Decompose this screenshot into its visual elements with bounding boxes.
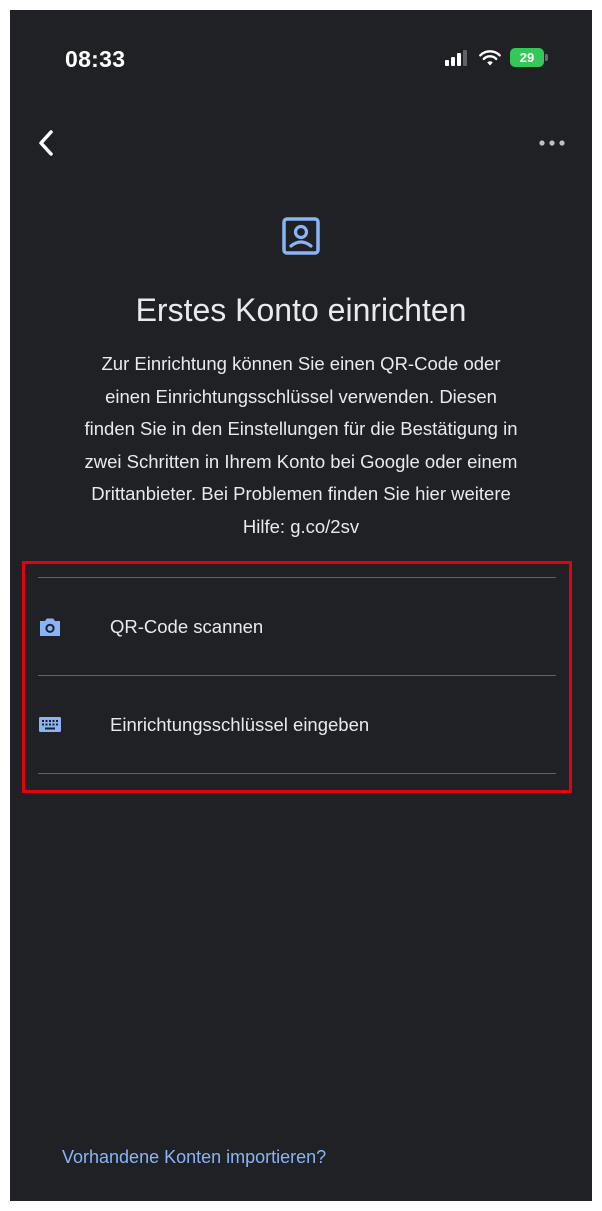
account-box-icon xyxy=(282,217,320,255)
description-line: einen Einrichtungsschlüssel verwenden. D… xyxy=(105,385,497,407)
description-line: Drittanbieter. Bei Problemen finden Sie … xyxy=(91,483,511,504)
divider xyxy=(38,577,556,578)
description-line: Hilfe: g.co/2sv xyxy=(242,515,360,537)
enter-setup-key-label: Einrichtungsschlüssel eingeben xyxy=(110,714,370,735)
more-horizontal-icon xyxy=(539,140,565,146)
keyboard-icon xyxy=(39,717,61,732)
page-title: Erstes Konto einrichten xyxy=(135,292,467,328)
app-screen: 08:33 29 Erstes Konto einrichten Zur Ein… xyxy=(10,10,592,1201)
cellular-signal-icon xyxy=(445,49,467,66)
enter-setup-key-option[interactable]: Einrichtungsschlüssel eingeben xyxy=(25,677,569,773)
description-text: Zur Einrichtung können Sie einen QR-Code… xyxy=(20,348,582,543)
description-line: Zur Einrichtung können Sie einen QR-Code… xyxy=(101,353,501,374)
scan-qr-code-label: QR-Code scannen xyxy=(110,616,264,637)
divider xyxy=(38,675,556,676)
description-line: finden Sie in den Einstellungen für die … xyxy=(84,418,518,439)
divider xyxy=(38,773,556,774)
import-accounts-link[interactable]: Vorhandene Konten importieren? xyxy=(62,1147,326,1168)
camera-icon xyxy=(40,618,60,636)
scan-qr-code-option[interactable]: QR-Code scannen xyxy=(25,579,569,675)
description-line: zwei Schritten in Ihrem Konto bei Google… xyxy=(84,450,518,472)
setup-options-highlight: QR-Code scannen Einrichtungsschlüssel ei… xyxy=(22,561,572,793)
back-button[interactable] xyxy=(28,125,64,161)
chevron-left-icon xyxy=(39,130,53,156)
wifi-icon xyxy=(479,49,501,65)
status-icons: 29 xyxy=(444,48,548,67)
battery-level: 29 xyxy=(510,48,544,67)
status-time: 08:33 xyxy=(65,46,126,72)
battery-icon: 29 xyxy=(510,48,548,67)
more-options-button[interactable] xyxy=(534,128,570,158)
battery-cap xyxy=(545,54,548,61)
